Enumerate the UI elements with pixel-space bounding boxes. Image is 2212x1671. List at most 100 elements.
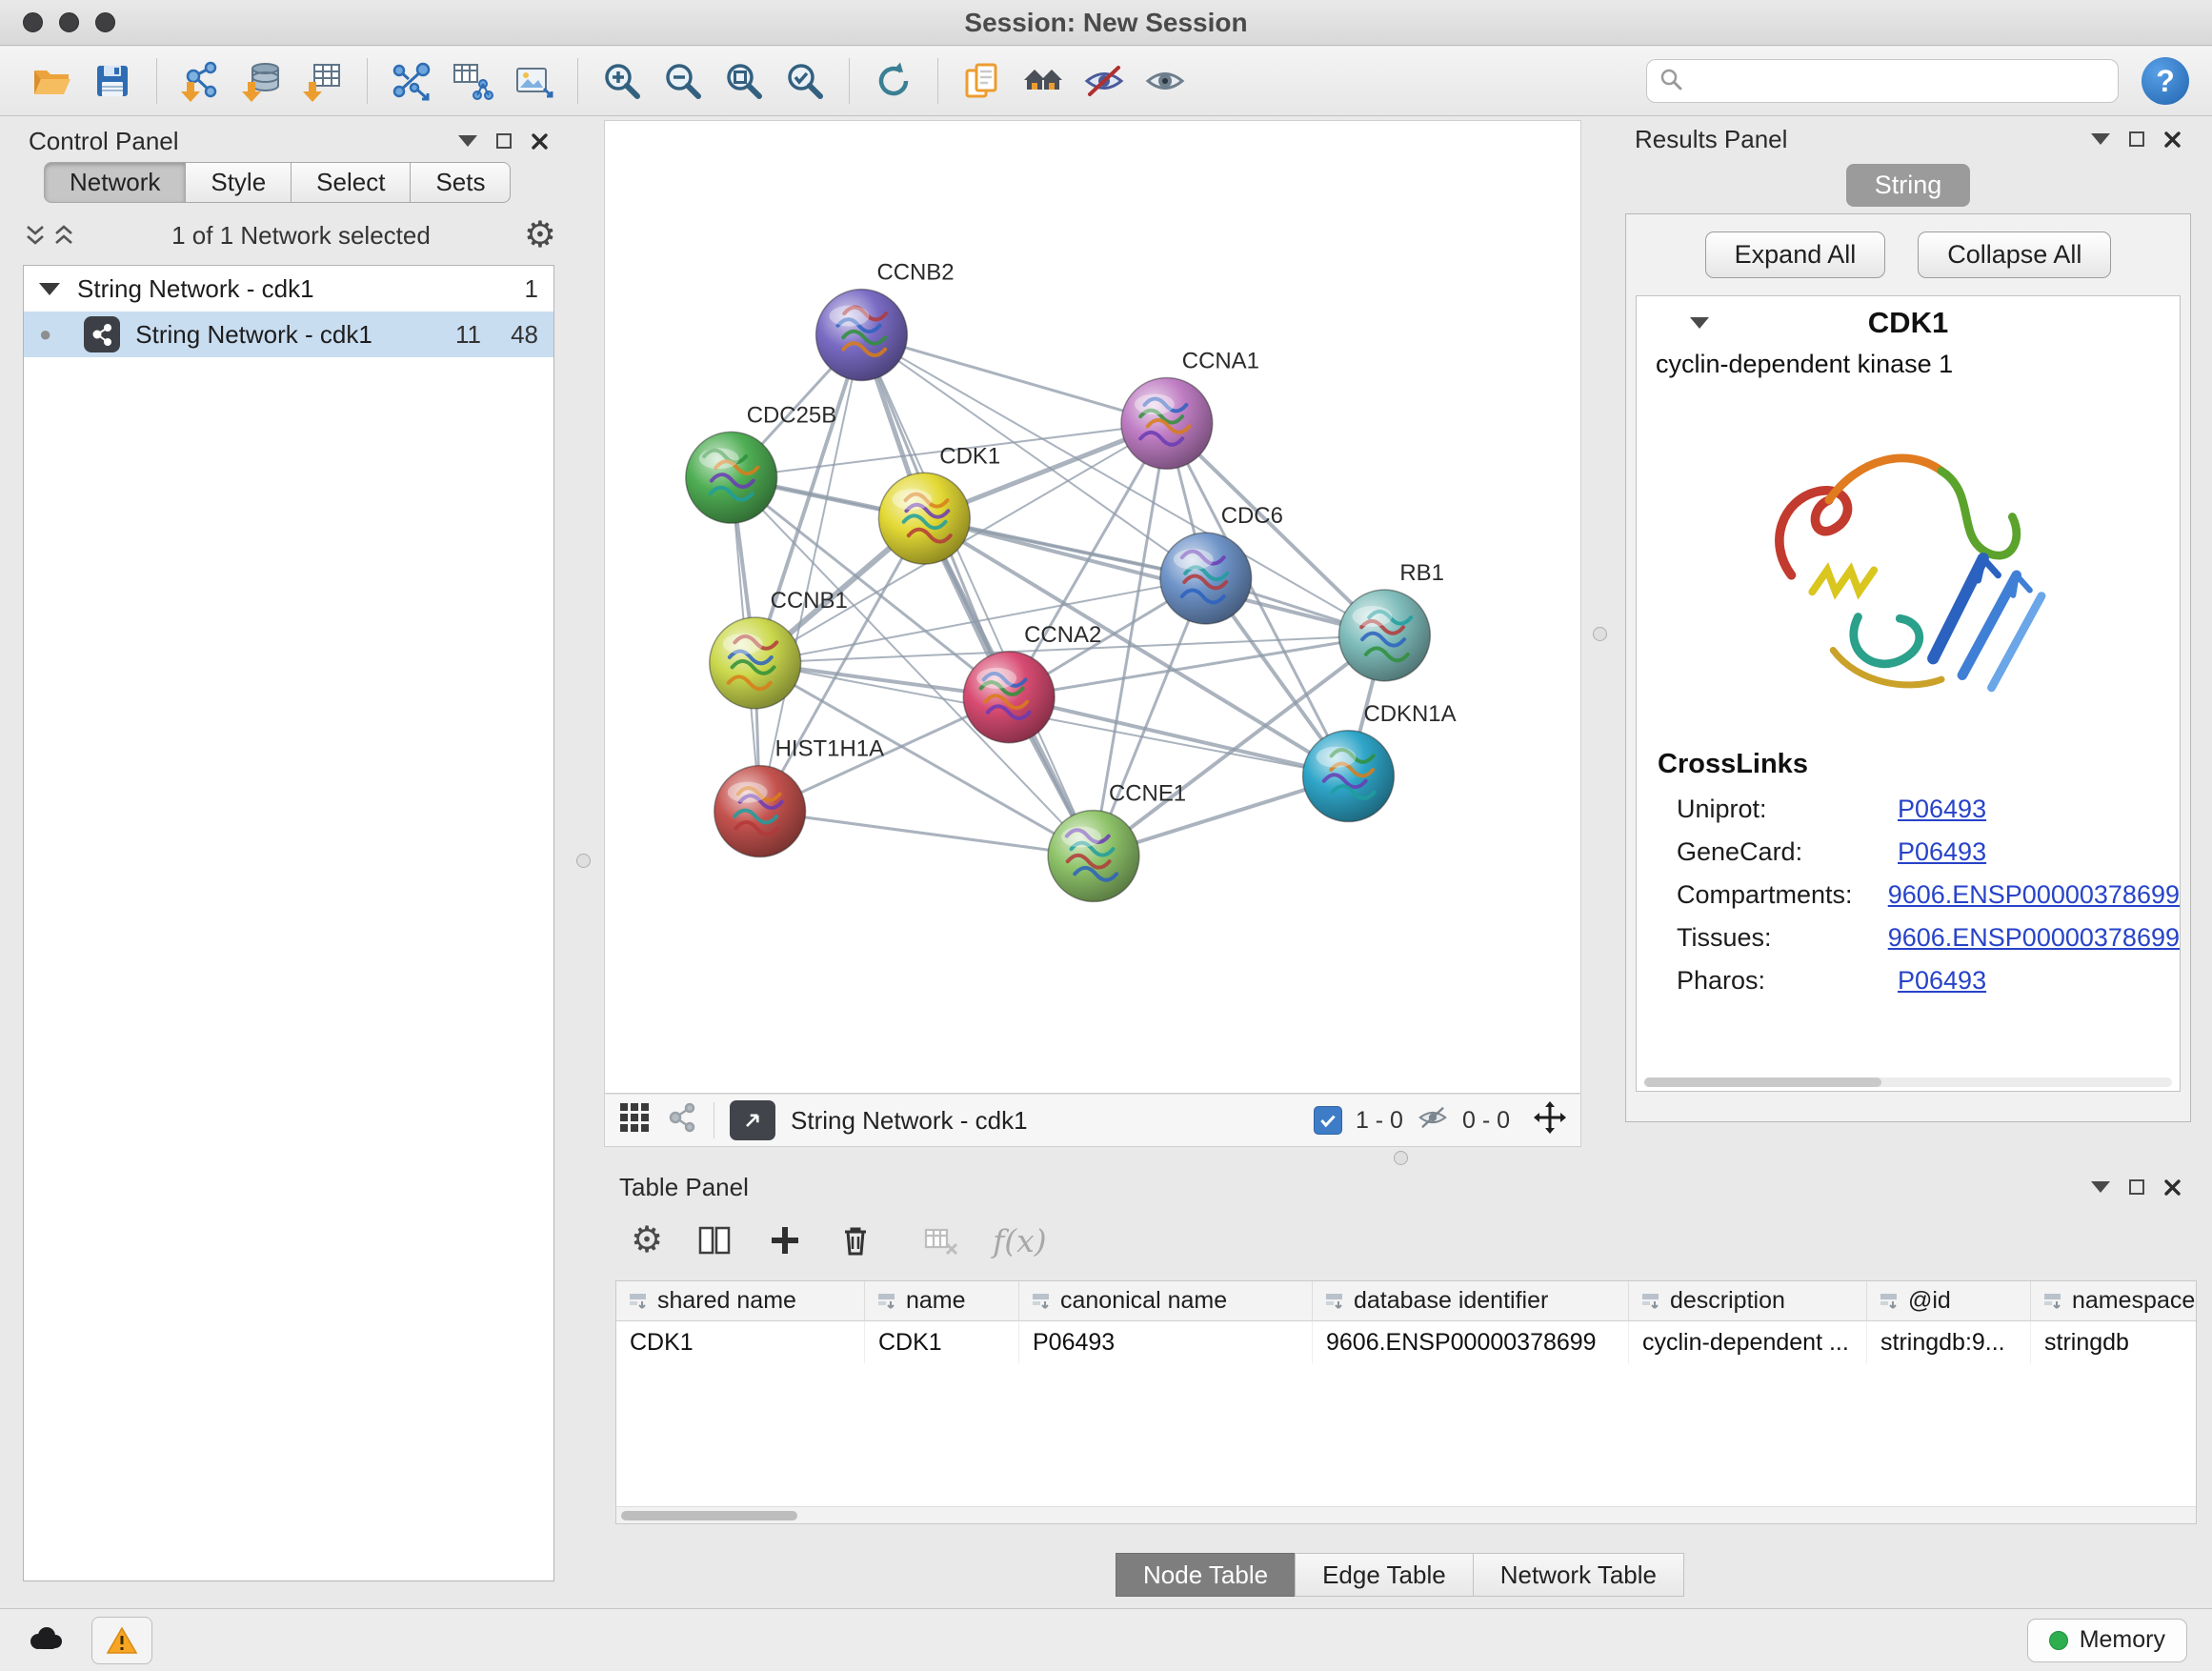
panel-menu-icon[interactable] — [2091, 133, 2110, 145]
network-row[interactable]: ● String Network - cdk1 11 48 — [24, 312, 553, 357]
network-edge[interactable] — [760, 812, 1094, 856]
publication-copy-button[interactable] — [954, 52, 1011, 110]
network-collection-row[interactable]: String Network - cdk1 1 — [24, 266, 553, 312]
network-node[interactable] — [878, 473, 970, 564]
splitter-handle[interactable] — [576, 854, 591, 868]
zoom-fit-button[interactable] — [715, 52, 773, 110]
tab-select[interactable]: Select — [291, 162, 411, 203]
collapse-all-button[interactable]: Collapse All — [1918, 232, 2111, 278]
network-node[interactable] — [1338, 590, 1430, 681]
new-network-from-table-button[interactable] — [444, 52, 501, 110]
close-panel-icon[interactable] — [531, 132, 549, 151]
network-node[interactable] — [1048, 811, 1139, 902]
network-node[interactable] — [1121, 377, 1213, 469]
zoom-window-button[interactable] — [95, 12, 115, 32]
close-panel-icon[interactable] — [2163, 1178, 2182, 1197]
crosslink-link[interactable]: 9606.ENSP00000378699 — [1888, 880, 2180, 910]
open-session-button[interactable] — [23, 52, 80, 110]
column-header[interactable]: canonical name — [1018, 1281, 1312, 1321]
panel-menu-icon[interactable] — [458, 135, 477, 147]
hidden-items-icon[interactable] — [1417, 1103, 1449, 1138]
detach-view-button[interactable] — [730, 1100, 775, 1140]
memory-button[interactable]: Memory — [2027, 1619, 2187, 1662]
minimize-window-button[interactable] — [59, 12, 79, 32]
column-header[interactable]: namespace — [2030, 1281, 2197, 1321]
search-input[interactable] — [1693, 67, 2106, 96]
warnings-button[interactable] — [91, 1617, 152, 1664]
table-options-gear-icon[interactable]: ⚙ — [631, 1222, 663, 1258]
panel-menu-icon[interactable] — [2091, 1181, 2110, 1193]
table-cell[interactable]: stringdb:9... — [1866, 1321, 2030, 1363]
network-edge[interactable] — [861, 335, 1166, 424]
table-cell[interactable]: stringdb — [2030, 1321, 2197, 1363]
float-panel-icon[interactable] — [2129, 131, 2144, 147]
expand-all-networks-icon[interactable] — [21, 221, 50, 250]
network-options-gear-icon[interactable]: ⚙ — [524, 217, 556, 253]
help-button[interactable]: ? — [2142, 57, 2189, 105]
results-tab-string[interactable]: String — [1846, 164, 1971, 207]
close-panel-icon[interactable] — [2163, 131, 2182, 149]
import-network-file-button[interactable] — [172, 52, 230, 110]
network-share-icon[interactable] — [666, 1101, 698, 1140]
zoom-selected-button[interactable] — [776, 52, 834, 110]
network-node[interactable] — [816, 290, 908, 381]
table-cell[interactable]: CDK1 — [616, 1321, 864, 1363]
save-session-button[interactable] — [84, 52, 141, 110]
table-cell[interactable]: 9606.ENSP00000378699 — [1312, 1321, 1628, 1363]
show-graphics-details-button[interactable] — [1136, 52, 1194, 110]
network-edge[interactable] — [861, 335, 1094, 856]
network-edge[interactable] — [1009, 697, 1348, 776]
apply-layout-button[interactable] — [865, 52, 922, 110]
crosslink-link[interactable]: P06493 — [1898, 795, 1986, 824]
home-button[interactable] — [1015, 52, 1072, 110]
section-expander-icon[interactable] — [1690, 317, 1709, 329]
table-cell[interactable]: cyclin-dependent ... — [1628, 1321, 1866, 1363]
hide-annotations-button[interactable] — [1076, 52, 1133, 110]
scrollbar-thumb[interactable] — [621, 1511, 797, 1520]
crosslink-link[interactable]: P06493 — [1898, 837, 1986, 867]
cloud-status-icon[interactable] — [25, 1623, 67, 1657]
column-header[interactable]: database identifier — [1312, 1281, 1628, 1321]
tab-network[interactable]: Network — [44, 162, 186, 203]
network-node[interactable] — [686, 432, 777, 523]
table-horizontal-scrollbar[interactable] — [616, 1506, 2196, 1523]
show-columns-icon[interactable] — [695, 1221, 734, 1259]
column-header[interactable]: description — [1628, 1281, 1866, 1321]
zoom-in-button[interactable] — [593, 52, 651, 110]
collection-expander-icon[interactable] — [39, 283, 60, 295]
scrollbar-thumb[interactable] — [1644, 1077, 1881, 1087]
network-canvas[interactable]: CCNB2CCNA1CDC25BCDK1CDC6RB1CCNB1CCNA2CDK… — [604, 120, 1581, 1094]
splitter-handle[interactable] — [1593, 627, 1607, 641]
selected-items-checkbox[interactable] — [1314, 1106, 1342, 1135]
network-node[interactable] — [1160, 533, 1252, 624]
crosslink-link[interactable]: 9606.ENSP00000378699 — [1888, 923, 2180, 953]
column-header[interactable]: @id — [1866, 1281, 2030, 1321]
table-cell[interactable]: CDK1 — [864, 1321, 1018, 1363]
table-row[interactable]: CDK1 CDK1 P06493 9606.ENSP00000378699 cy… — [616, 1321, 2196, 1363]
splitter-handle[interactable] — [1394, 1151, 1408, 1165]
network-node[interactable] — [714, 766, 806, 857]
collapse-all-networks-icon[interactable] — [50, 221, 78, 250]
import-network-database-button[interactable] — [233, 52, 291, 110]
export-image-button[interactable] — [505, 52, 562, 110]
tab-edge-table[interactable]: Edge Table — [1295, 1553, 1474, 1597]
expand-all-button[interactable]: Expand All — [1705, 232, 1886, 278]
tab-style[interactable]: Style — [185, 162, 292, 203]
float-panel-icon[interactable] — [2129, 1179, 2144, 1195]
network-node[interactable] — [1303, 731, 1395, 822]
network-node[interactable] — [963, 652, 1055, 743]
delete-column-icon[interactable] — [836, 1221, 875, 1259]
pan-mode-icon[interactable] — [1533, 1100, 1567, 1141]
column-header[interactable]: shared name — [616, 1281, 864, 1321]
import-table-button[interactable] — [294, 52, 352, 110]
table-cell[interactable]: P06493 — [1018, 1321, 1312, 1363]
results-horizontal-scrollbar[interactable] — [1644, 1077, 2172, 1087]
tab-network-table[interactable]: Network Table — [1473, 1553, 1684, 1597]
crosslink-link[interactable]: P06493 — [1898, 966, 1986, 996]
grid-view-icon[interactable] — [618, 1101, 651, 1140]
new-network-from-selection-button[interactable] — [383, 52, 440, 110]
add-column-icon[interactable] — [766, 1221, 804, 1259]
zoom-out-button[interactable] — [654, 52, 712, 110]
tab-node-table[interactable]: Node Table — [1116, 1553, 1296, 1597]
network-node[interactable] — [710, 617, 801, 709]
